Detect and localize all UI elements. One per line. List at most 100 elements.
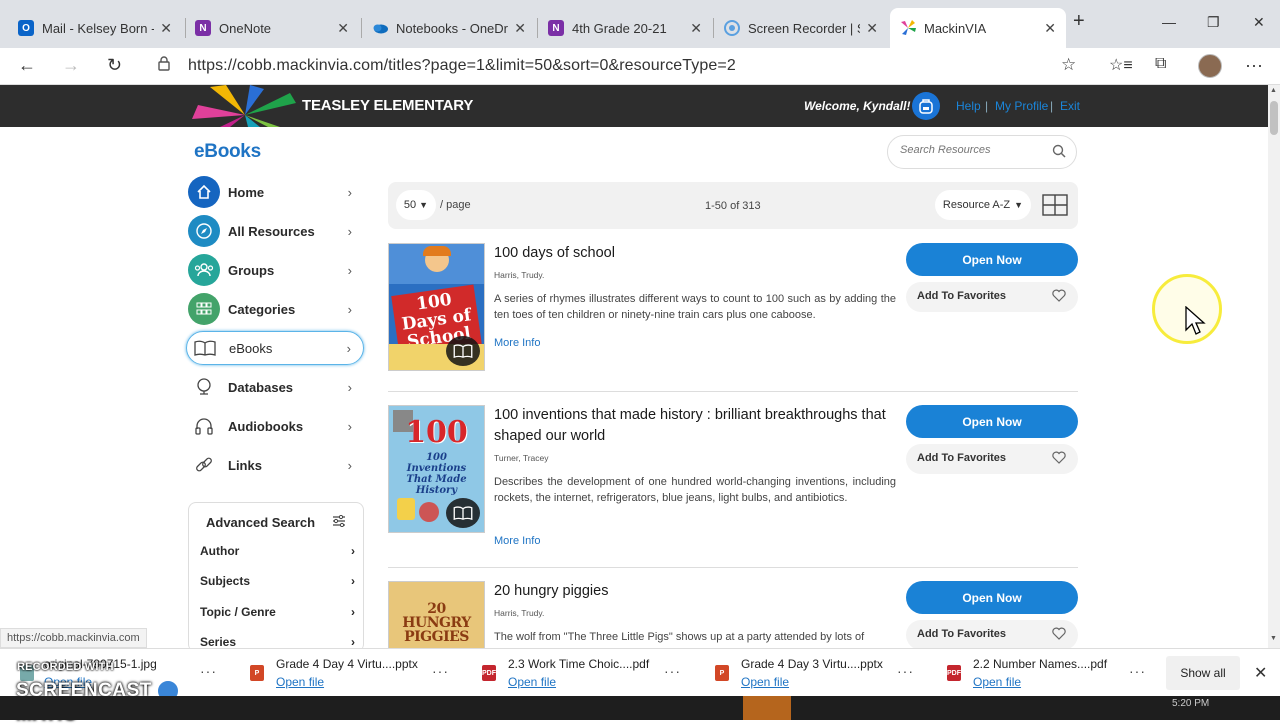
more-options-icon[interactable]: ··· xyxy=(664,663,681,679)
favorites-list-icon[interactable]: ☆≡ xyxy=(1109,55,1133,75)
open-file-link[interactable]: Open file xyxy=(276,675,324,689)
grid-view-icon[interactable] xyxy=(1042,194,1068,216)
resource-item: 100 Days of School 100 days of school Ha… xyxy=(388,243,1078,373)
tab-onenote[interactable]: N OneNote ✕ xyxy=(185,8,359,48)
collections-icon[interactable]: ⧉ xyxy=(1155,55,1166,73)
sidebar-item-links[interactable]: Links › xyxy=(186,448,364,482)
scroll-thumb[interactable] xyxy=(1270,101,1278,135)
close-icon[interactable]: ✕ xyxy=(514,20,526,37)
add-to-favorites-button[interactable]: Add To Favorites xyxy=(906,282,1078,312)
search-icon[interactable] xyxy=(1052,144,1066,163)
more-menu-icon[interactable]: ··· xyxy=(1245,55,1263,76)
download-item[interactable]: PDF 2.3 Work Time Choic....pdf Open file… xyxy=(482,655,692,691)
more-options-icon[interactable]: ··· xyxy=(432,663,449,679)
url-field[interactable]: https://cobb.mackinvia.com/titles?page=1… xyxy=(188,57,736,75)
download-name: Grade 4 Day 4 Virtu....pptx xyxy=(276,657,418,671)
resource-description: A series of rhymes illustrates different… xyxy=(494,293,896,321)
show-all-button[interactable]: Show all xyxy=(1166,656,1240,690)
filter-author[interactable]: Author › xyxy=(200,544,355,558)
filter-sliders-icon[interactable] xyxy=(332,514,346,530)
download-item[interactable]: PDF 2.2 Number Names....pdf Open file ··… xyxy=(947,655,1157,691)
tab-mail[interactable]: O Mail - Kelsey Born - O ✕ xyxy=(8,8,182,48)
sort-select[interactable]: Resource A-Z ▼ xyxy=(935,190,1031,220)
more-info-link[interactable]: More Info xyxy=(494,535,540,547)
chevron-right-icon: › xyxy=(351,605,355,619)
add-to-favorites-button[interactable]: Add To Favorites xyxy=(906,444,1078,474)
filter-topic-genre[interactable]: Topic / Genre › xyxy=(200,605,355,619)
open-file-link[interactable]: Open file xyxy=(973,675,1021,689)
my-profile-link[interactable]: My Profile xyxy=(995,99,1048,113)
page-scrollbar[interactable]: ▲ ▼ xyxy=(1268,85,1280,648)
close-icon[interactable]: ✕ xyxy=(1044,20,1056,37)
tab-notebooks[interactable]: Notebooks - OneDri ✕ xyxy=(362,8,536,48)
per-page-select[interactable]: 50 ▼ xyxy=(396,190,436,220)
filter-subjects[interactable]: Subjects › xyxy=(200,574,355,588)
scroll-down-icon[interactable]: ▼ xyxy=(1270,635,1277,642)
favorites-label: Add To Favorites xyxy=(917,628,1007,640)
tab-mackinvia[interactable]: MackinVIA ✕ xyxy=(890,8,1066,48)
filter-series[interactable]: Series › xyxy=(200,635,355,649)
download-item[interactable]: P Grade 4 Day 4 Virtu....pptx Open file … xyxy=(250,655,460,691)
scroll-up-icon[interactable]: ▲ xyxy=(1270,87,1277,94)
close-icon[interactable]: ✕ xyxy=(866,20,878,37)
resource-title[interactable]: 100 days of school xyxy=(494,243,894,264)
close-icon[interactable]: ✕ xyxy=(1254,663,1267,683)
resource-title[interactable]: 20 hungry piggies xyxy=(494,581,894,602)
open-now-button[interactable]: Open Now xyxy=(906,243,1078,276)
minimize-icon[interactable]: — xyxy=(1162,14,1176,30)
avatar[interactable] xyxy=(1198,54,1222,78)
close-icon[interactable]: ✕ xyxy=(160,20,172,37)
lock-icon xyxy=(158,56,170,74)
tab-title: Mail - Kelsey Born - O xyxy=(42,20,154,36)
open-file-link[interactable]: Open file xyxy=(741,675,789,689)
new-tab-icon[interactable]: + xyxy=(1073,10,1085,33)
search-input[interactable] xyxy=(900,144,1050,156)
powerpoint-file-icon: P xyxy=(715,665,729,681)
compass-icon xyxy=(188,215,220,247)
taskbar-app-icon[interactable] xyxy=(743,696,791,720)
headphones-icon xyxy=(188,410,220,442)
sidebar-item-categories[interactable]: Categories › xyxy=(186,292,364,326)
chevron-right-icon: › xyxy=(347,301,352,317)
open-now-button[interactable]: Open Now xyxy=(906,581,1078,614)
forward-icon[interactable]: → xyxy=(62,55,80,76)
chevron-right-icon: › xyxy=(346,340,351,356)
close-icon[interactable]: ✕ xyxy=(690,20,702,37)
cover-hair xyxy=(423,246,451,256)
sidebar-item-audiobooks[interactable]: Audiobooks › xyxy=(186,409,364,443)
refresh-icon[interactable]: ↻ xyxy=(107,55,122,76)
sidebar-item-databases[interactable]: Databases › xyxy=(186,370,364,404)
tab-screen-recorder[interactable]: Screen Recorder | Sc ✕ xyxy=(714,8,888,48)
per-page-label: / page xyxy=(440,199,471,211)
favorite-star-icon[interactable]: ☆ xyxy=(1061,55,1076,75)
advanced-search-title[interactable]: Advanced Search xyxy=(206,515,315,530)
page-title: eBooks xyxy=(194,141,261,162)
book-cover[interactable]: 100 Days of School xyxy=(388,243,485,371)
sidebar-item-ebooks[interactable]: eBooks › xyxy=(186,331,364,365)
backpack-icon[interactable] xyxy=(912,92,940,120)
tab-title: OneNote xyxy=(219,20,272,36)
exit-link[interactable]: Exit xyxy=(1060,99,1080,113)
download-item[interactable]: P Grade 4 Day 3 Virtu....pptx Open file … xyxy=(715,655,925,691)
sidebar-item-home[interactable]: Home › xyxy=(186,175,364,209)
book-cover[interactable]: 100 100 Inventions That Made History xyxy=(388,405,485,533)
more-options-icon[interactable]: ··· xyxy=(1129,663,1146,679)
window-close-icon[interactable]: ✕ xyxy=(1253,14,1265,31)
resource-author: Harris, Trudy. xyxy=(494,608,545,618)
sidebar-item-groups[interactable]: Groups › xyxy=(186,253,364,287)
resource-title[interactable]: 100 inventions that made history : brill… xyxy=(494,405,894,447)
close-icon[interactable]: ✕ xyxy=(337,20,349,37)
restore-icon[interactable]: ❐ xyxy=(1207,14,1220,31)
back-icon[interactable]: ← xyxy=(18,55,36,76)
more-info-link[interactable]: More Info xyxy=(494,337,540,349)
tab-4th-grade[interactable]: N 4th Grade 20-21 ✕ xyxy=(538,8,712,48)
browser-tab-strip: O Mail - Kelsey Born - O ✕ N OneNote ✕ N… xyxy=(0,0,1280,48)
help-link[interactable]: Help xyxy=(956,99,981,113)
add-to-favorites-button[interactable]: Add To Favorites xyxy=(906,620,1078,648)
more-options-icon[interactable]: ··· xyxy=(897,663,914,679)
open-now-button[interactable]: Open Now xyxy=(906,405,1078,438)
sidebar-item-all-resources[interactable]: All Resources › xyxy=(186,214,364,248)
status-url: https://cobb.mackinvia.com xyxy=(0,628,147,648)
book-cover[interactable]: 20 HUNGRY PIGGIES xyxy=(388,581,485,648)
open-file-link[interactable]: Open file xyxy=(508,675,556,689)
